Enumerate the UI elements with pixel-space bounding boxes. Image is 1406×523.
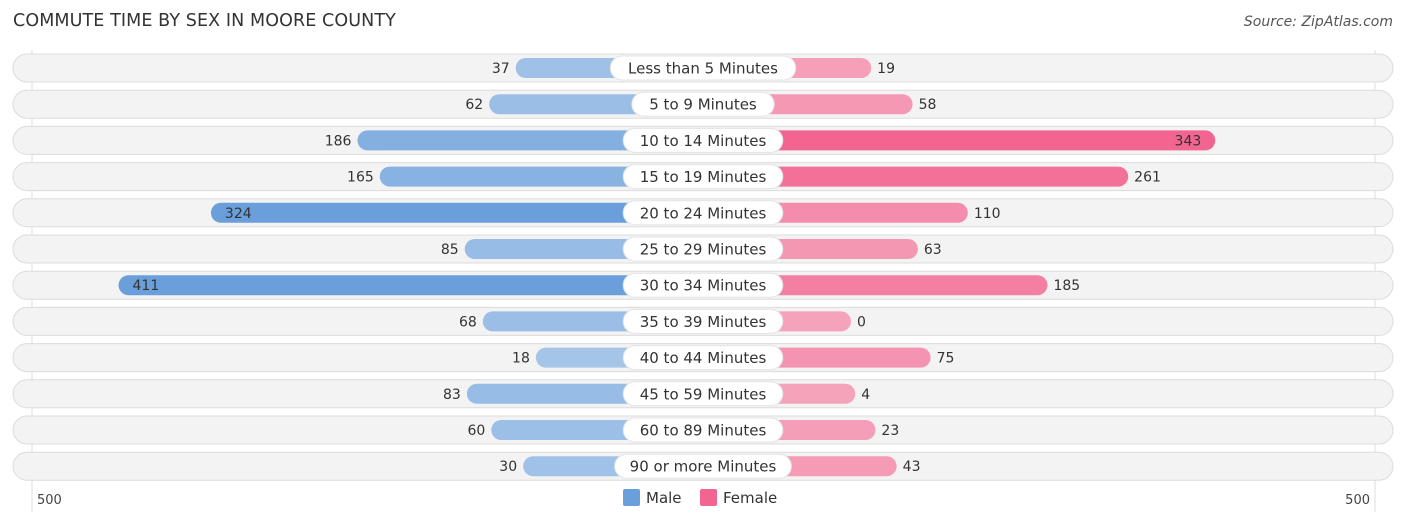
chart-row: 186 343 10 to 14 Minutes bbox=[12, 125, 1394, 155]
value-label-female: 4 bbox=[861, 387, 870, 403]
category-label: 40 to 44 Minutes bbox=[640, 349, 767, 367]
chart-row: 37 19 Less than 5 Minutes bbox=[12, 53, 1394, 83]
value-label-female: 110 bbox=[974, 206, 1001, 222]
category-label: 5 to 9 Minutes bbox=[649, 96, 757, 114]
category-label: Less than 5 Minutes bbox=[628, 60, 778, 78]
value-label-female: 58 bbox=[919, 97, 937, 113]
value-label-female: 343 bbox=[1175, 133, 1202, 149]
legend-swatch-female bbox=[700, 489, 717, 506]
value-label-male: 411 bbox=[133, 278, 160, 294]
chart-rows: 37 19 Less than 5 Minutes 62 58 5 to 9 Minute… bbox=[12, 50, 1394, 512]
chart-row: 85 63 25 to 29 Minutes bbox=[12, 234, 1394, 264]
value-label-male: 62 bbox=[465, 97, 483, 113]
value-label-male: 37 bbox=[492, 61, 510, 77]
chart-row: 324 110 20 to 24 Minutes bbox=[12, 198, 1394, 228]
chart-row: 83 4 45 to 59 Minutes bbox=[12, 379, 1394, 409]
category-label: 35 to 39 Minutes bbox=[640, 313, 767, 331]
axis-right-label: 500 bbox=[1345, 493, 1370, 508]
category-label: 25 to 29 Minutes bbox=[640, 241, 767, 259]
value-label-male: 85 bbox=[441, 242, 459, 258]
chart-row: 411 185 30 to 34 Minutes bbox=[12, 270, 1394, 300]
value-label-female: 261 bbox=[1134, 170, 1161, 186]
category-label: 45 to 59 Minutes bbox=[640, 385, 767, 403]
legend-label-female: Female bbox=[723, 489, 777, 507]
value-label-female: 19 bbox=[877, 61, 895, 77]
legend-swatch-male bbox=[623, 489, 640, 506]
value-label-female: 0 bbox=[857, 314, 866, 330]
value-label-male: 186 bbox=[325, 133, 352, 149]
category-label: 60 to 89 Minutes bbox=[640, 422, 767, 440]
value-label-male: 18 bbox=[512, 351, 530, 367]
value-label-male: 165 bbox=[347, 170, 374, 186]
category-label: 30 to 34 Minutes bbox=[640, 277, 767, 295]
chart-row: 60 23 60 to 89 Minutes bbox=[12, 415, 1394, 445]
chart-row: 165 261 15 to 19 Minutes bbox=[12, 162, 1394, 192]
value-label-female: 75 bbox=[937, 351, 955, 367]
bar-male bbox=[118, 275, 703, 296]
chart-row: 62 58 5 to 9 Minutes bbox=[12, 89, 1394, 119]
chart-row: 68 0 35 to 39 Minutes bbox=[12, 306, 1394, 336]
category-label: 10 to 14 Minutes bbox=[640, 132, 767, 150]
category-label: 15 to 19 Minutes bbox=[640, 168, 767, 186]
value-label-female: 63 bbox=[924, 242, 942, 258]
value-label-male: 30 bbox=[499, 459, 517, 475]
value-label-male: 83 bbox=[443, 387, 461, 403]
chart-row: 18 75 40 to 44 Minutes bbox=[12, 343, 1394, 373]
value-label-male: 68 bbox=[459, 314, 477, 330]
value-label-female: 43 bbox=[903, 459, 921, 475]
value-label-female: 185 bbox=[1053, 278, 1080, 294]
value-label-female: 23 bbox=[881, 423, 899, 439]
value-label-male: 60 bbox=[467, 423, 485, 439]
chart-row: 30 43 90 or more Minutes bbox=[12, 451, 1394, 481]
legend: Male Female bbox=[623, 489, 777, 507]
category-label: 20 to 24 Minutes bbox=[640, 204, 767, 222]
value-label-male: 324 bbox=[225, 206, 252, 222]
category-label: 90 or more Minutes bbox=[630, 458, 777, 476]
chart-canvas: 37 19 Less than 5 Minutes 62 58 5 to 9 Minute… bbox=[12, 50, 1394, 512]
legend-label-male: Male bbox=[646, 489, 682, 507]
axis-left-label: 500 bbox=[37, 493, 62, 508]
